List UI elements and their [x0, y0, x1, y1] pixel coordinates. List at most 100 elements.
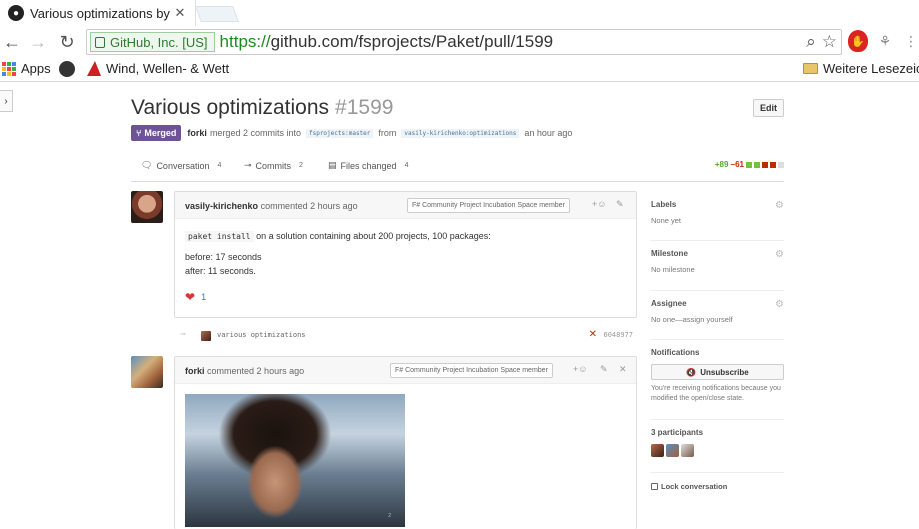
divider — [651, 339, 784, 340]
sidebar-heading[interactable]: Labels — [651, 200, 784, 209]
diffstat-block — [754, 161, 760, 168]
edit-button[interactable]: Edit — [753, 99, 784, 117]
pencil-icon[interactable]: ✎ — [616, 199, 624, 210]
avatar[interactable] — [681, 444, 694, 457]
bookmarks-bar: Apps Wind, Wellen- & Wett Weitere Leseze… — [0, 58, 919, 82]
lines-removed: −61 — [730, 160, 744, 169]
tab-conversation[interactable]: 🗨 Conversation 4 — [141, 160, 221, 171]
sidebar-participants: 3 participants — [651, 428, 784, 457]
tab-label: Commits — [255, 160, 292, 171]
sidebar-toggle-button[interactable]: › — [0, 90, 13, 112]
merge-text: merged 2 commits into — [209, 128, 301, 138]
diffstat-block — [762, 161, 768, 168]
sidebar-value: No milestone — [651, 265, 695, 274]
add-reaction-icon[interactable]: +☺ — [573, 364, 587, 374]
bookmark-label: Weitere Lesezeich — [823, 61, 919, 76]
status-failed-icon[interactable]: ✕ — [589, 329, 597, 340]
ev-certificate-badge[interactable]: GitHub, Inc. [US] — [90, 32, 215, 52]
tab-files-changed[interactable]: ▤ Files changed 4 — [328, 160, 408, 171]
tab-close-icon[interactable]: ✕ — [171, 5, 189, 21]
comment-text: on a solution containing about 200 proje… — [256, 231, 491, 241]
url-scheme: https:// — [219, 32, 271, 51]
commit-sha[interactable]: 6048977 — [603, 331, 633, 339]
sidebar-notifications: Notifications 🔇 Unsubscribe You're recei… — [651, 348, 784, 404]
comment-image: 2 — [185, 394, 405, 527]
avatar[interactable] — [666, 444, 679, 457]
close-icon[interactable]: ✕ — [619, 364, 627, 375]
reaction-count: 1 — [201, 292, 207, 302]
reload-icon[interactable]: ↻ — [57, 32, 77, 52]
tab-title: Various optimizations by v — [30, 5, 171, 21]
lines-added: +89 — [714, 160, 729, 169]
commit-icon: ⊸ — [244, 160, 252, 170]
github-favicon-icon: ● — [8, 5, 24, 21]
reaction[interactable]: ❤ 1 — [185, 290, 626, 304]
head-branch[interactable]: vasily-kirichenko:optimizations — [401, 128, 520, 138]
sidebar-milestone: Milestone ⚙ No milestone — [651, 249, 784, 274]
divider — [651, 472, 784, 473]
pencil-icon[interactable]: ✎ — [600, 364, 608, 375]
gear-icon[interactable]: ⚙ — [775, 249, 784, 260]
unsubscribe-button[interactable]: 🔇 Unsubscribe — [651, 364, 784, 380]
forward-icon[interactable]: → — [28, 32, 48, 52]
image-caption: 2 — [388, 513, 391, 519]
pr-state-line: ⑂ Merged forki merged 2 commits into fsp… — [131, 125, 572, 141]
sidebar-heading[interactable]: Assignee — [651, 299, 784, 308]
sidebar-heading[interactable]: Milestone — [651, 249, 784, 258]
inline-code: paket install — [185, 231, 254, 242]
address-bar[interactable]: GitHub, Inc. [US] https://github.com/fsp… — [86, 29, 842, 55]
avatar[interactable] — [651, 444, 664, 457]
add-reaction-icon[interactable]: +☺ — [592, 199, 606, 209]
lock-conversation-link[interactable]: Lock conversation — [651, 482, 784, 491]
merged-badge: ⑂ Merged — [131, 125, 182, 141]
gear-icon[interactable]: ⚙ — [775, 299, 784, 310]
from-text: from — [378, 128, 397, 138]
merge-time[interactable]: an hour ago — [524, 128, 572, 138]
author-link[interactable]: vasily-kirichenko — [185, 201, 258, 211]
sidebar-assignee: Assignee ⚙ No one—assign yourself — [651, 299, 784, 324]
bookmark-apps[interactable]: Apps — [2, 61, 51, 76]
comment: forki commented 2 hours ago F# Community… — [174, 356, 637, 529]
author-link[interactable]: forki — [185, 366, 205, 376]
avatar[interactable] — [131, 356, 163, 388]
commit-message[interactable]: various optimizations — [217, 331, 306, 339]
divider — [651, 419, 784, 420]
browser-tab[interactable]: ● Various optimizations by v ✕ — [0, 0, 196, 26]
gear-icon[interactable]: ⚙ — [775, 200, 784, 211]
merge-icon: ⑂ — [136, 128, 142, 138]
tab-count: 4 — [404, 162, 409, 169]
menu-icon[interactable]: ⋮ — [902, 33, 919, 50]
merger-link[interactable]: forki — [187, 128, 207, 138]
sidebar-lock: Lock conversation — [651, 482, 784, 491]
url-path: github.com/fsprojects/Paket/pull/1599 — [270, 32, 554, 51]
diffstat-block — [746, 161, 752, 168]
bookmark-github[interactable] — [59, 61, 75, 77]
zoom-icon[interactable]: ⌕ — [806, 32, 816, 52]
back-icon[interactable]: ← — [2, 32, 22, 52]
tab-commits[interactable]: ⊸ Commits 2 — [244, 160, 303, 171]
lock-icon — [95, 36, 105, 48]
sidebar-value: None yet — [651, 216, 682, 225]
sidebar-heading: 3 participants — [651, 428, 704, 437]
commit-event: ⊸ various optimizations ✕ 6048977 — [180, 329, 637, 343]
new-tab-button[interactable] — [195, 6, 239, 22]
notification-reason: You're receiving notifications because y… — [651, 385, 781, 402]
bookmark-star-icon[interactable]: ☆ — [822, 32, 837, 52]
pr-number: #1599 — [335, 96, 394, 119]
avatar[interactable] — [201, 331, 211, 341]
ev-label: GitHub, Inc. [US] — [110, 34, 208, 50]
divider — [651, 240, 784, 241]
url-text[interactable]: https://github.com/fsprojects/Paket/pull… — [220, 32, 554, 52]
base-branch[interactable]: fsprojects:master — [305, 128, 374, 138]
lock-label: Lock conversation — [661, 482, 728, 491]
pr-title-text: Various optimizations — [131, 96, 330, 119]
bookmark-other[interactable]: Weitere Lesezeich — [803, 61, 919, 76]
comment-meta: commented 2 hours ago — [207, 366, 305, 376]
pr-tabs: 🗨 Conversation 4 ⊸ Commits 2 ▤ Files cha… — [131, 152, 784, 182]
bookmark-wind[interactable]: Wind, Wellen- & Wett — [87, 61, 229, 76]
extension-tree-icon[interactable]: ⚘ — [876, 33, 894, 50]
avatar[interactable] — [131, 191, 163, 223]
adblock-icon[interactable]: ✋ — [848, 30, 868, 52]
tab-label: Conversation — [156, 160, 210, 171]
sidebar-value[interactable]: No one—assign yourself — [651, 315, 784, 324]
